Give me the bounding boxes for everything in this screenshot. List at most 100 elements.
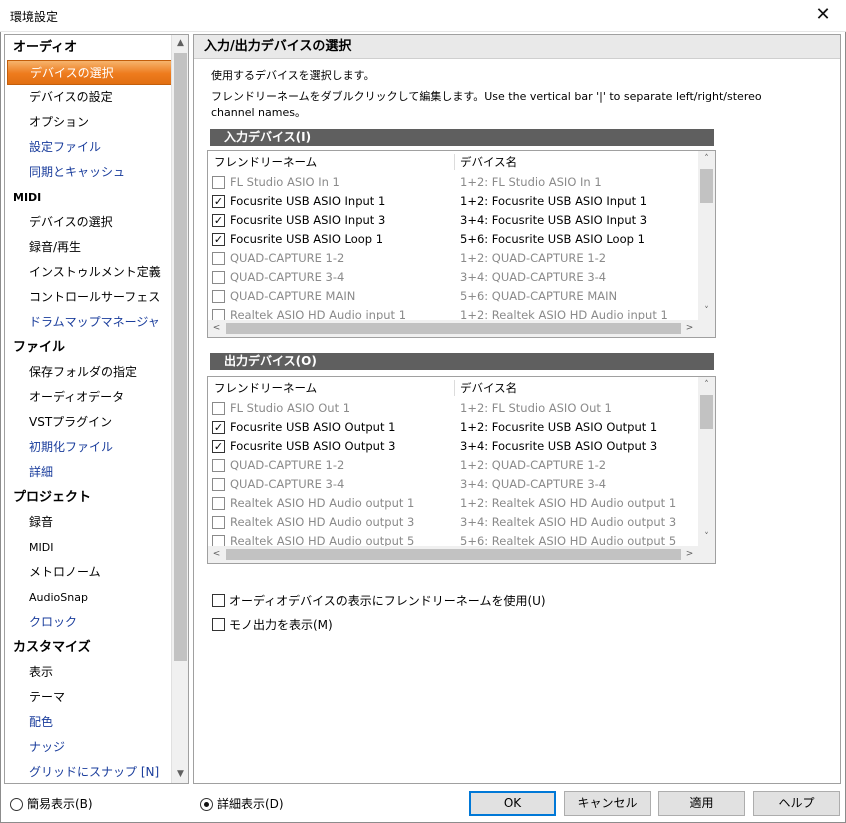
- friendly-name-cell[interactable]: Focusrite USB ASIO Input 3: [230, 211, 385, 230]
- friendly-name-cell[interactable]: FL Studio ASIO Out 1: [230, 399, 350, 418]
- col-device-name[interactable]: デバイス名: [460, 151, 517, 173]
- input-list-hscroll[interactable]: < >: [208, 320, 715, 337]
- sidebar-item[interactable]: コントロールサーフェス: [5, 285, 172, 310]
- sidebar-item[interactable]: 録音/再生: [5, 235, 172, 260]
- checked-checkbox[interactable]: ✓: [212, 195, 225, 208]
- output-device-list[interactable]: フレンドリーネーム デバイス名 FL Studio ASIO Out 1 1+2:…: [207, 376, 716, 564]
- sidebar-scrollbar[interactable]: ▲ ▼: [171, 35, 188, 783]
- device-checkbox[interactable]: [212, 497, 225, 510]
- output-list-hscroll[interactable]: < >: [208, 546, 715, 563]
- radio-dot-selected[interactable]: [200, 798, 213, 811]
- input-vscroll-thumb[interactable]: [700, 169, 713, 203]
- column-divider[interactable]: [454, 380, 455, 396]
- output-vscroll-track[interactable]: ˄ ˅: [698, 377, 715, 546]
- col-friendly-name[interactable]: フレンドリーネーム: [214, 151, 317, 173]
- friendly-name-cell[interactable]: Focusrite USB ASIO Loop 1: [230, 230, 383, 249]
- checked-checkbox[interactable]: ✓: [212, 233, 225, 246]
- device-row[interactable]: Realtek ASIO HD Audio output 1 1+2: Realt…: [208, 494, 698, 513]
- friendly-name-cell[interactable]: Realtek ASIO HD Audio output 1: [230, 494, 414, 513]
- sidebar-item[interactable]: デバイスの設定: [5, 85, 172, 110]
- sidebar-item[interactable]: 保存フォルダの指定: [5, 360, 172, 385]
- checked-checkbox[interactable]: ✓: [212, 421, 225, 434]
- sidebar-category[interactable]: プロジェクト: [5, 485, 172, 510]
- input-vscroll-track[interactable]: ˄ ˅: [698, 151, 715, 320]
- sidebar-item[interactable]: デバイスの選択: [7, 60, 172, 85]
- device-row[interactable]: FL Studio ASIO Out 1 1+2: FL Studio ASIO …: [208, 399, 698, 418]
- device-checkbox[interactable]: [212, 290, 225, 303]
- device-row[interactable]: QUAD-CAPTURE 3-4 3+4: QUAD-CAPTURE 3-4: [208, 475, 698, 494]
- detail-view-label[interactable]: 詳細表示(D): [217, 796, 284, 812]
- friendly-name-cell[interactable]: QUAD-CAPTURE 3-4: [230, 268, 344, 287]
- output-scroll-down-arrow-icon[interactable]: ˅: [698, 529, 715, 546]
- sidebar-item[interactable]: MIDI: [5, 535, 172, 560]
- simple-view-label[interactable]: 簡易表示(B): [27, 796, 93, 812]
- device-checkbox[interactable]: [212, 459, 225, 472]
- sidebar-item[interactable]: VSTプラグイン: [5, 410, 172, 435]
- sidebar-item[interactable]: 表示: [5, 660, 172, 685]
- friendly-name-cell[interactable]: QUAD-CAPTURE 1-2: [230, 456, 344, 475]
- device-row[interactable]: QUAD-CAPTURE MAIN 5+6: QUAD-CAPTURE MAIN: [208, 287, 698, 306]
- sidebar-item[interactable]: オーディオデータ: [5, 385, 172, 410]
- mono-output-option-label[interactable]: モノ出力を表示(M): [229, 617, 333, 633]
- input-device-list[interactable]: フレンドリーネーム デバイス名 FL Studio ASIO In 1 1+2: …: [207, 150, 716, 338]
- input-scroll-right-arrow-icon[interactable]: >: [681, 320, 698, 337]
- device-checkbox[interactable]: [212, 252, 225, 265]
- scroll-up-arrow-icon[interactable]: ▲: [172, 35, 188, 52]
- device-row[interactable]: ✓ Focusrite USB ASIO Input 1 1+2: Focusrit…: [208, 192, 698, 211]
- sidebar-item[interactable]: オプション: [5, 110, 172, 135]
- sidebar-category[interactable]: カスタマイズ: [5, 635, 172, 660]
- col-friendly-name[interactable]: フレンドリーネーム: [214, 377, 317, 399]
- scroll-down-arrow-icon[interactable]: ▼: [172, 766, 188, 783]
- output-vscroll-thumb[interactable]: [700, 395, 713, 429]
- device-checkbox[interactable]: [212, 402, 225, 415]
- output-list-vscroll[interactable]: ˄ ˅: [698, 377, 715, 546]
- output-hscroll-thumb[interactable]: [226, 549, 681, 560]
- sidebar-item[interactable]: テーマ: [5, 685, 172, 710]
- cancel-button[interactable]: キャンセル: [564, 791, 651, 816]
- input-list-vscroll[interactable]: ˄ ˅: [698, 151, 715, 320]
- sidebar-item[interactable]: クロック: [5, 610, 172, 635]
- mono-output-checkbox[interactable]: [212, 618, 225, 631]
- sidebar-item[interactable]: AudioSnap: [5, 585, 172, 610]
- device-checkbox[interactable]: [212, 176, 225, 189]
- friendly-name-checkbox[interactable]: [212, 594, 225, 607]
- help-button[interactable]: ヘルプ: [753, 791, 840, 816]
- category-tree[interactable]: オーディオ デバイスの選択 デバイスの設定 オプション 設定ファイル 同期とキャッシュ MI…: [4, 34, 189, 784]
- device-row[interactable]: Realtek ASIO HD Audio output 3 3+4: Realt…: [208, 513, 698, 532]
- device-row[interactable]: QUAD-CAPTURE 1-2 1+2: QUAD-CAPTURE 1-2: [208, 249, 698, 268]
- sidebar-item[interactable]: デバイスの選択: [5, 210, 172, 235]
- sidebar-item[interactable]: ドラムマップマネージャ: [5, 310, 172, 335]
- sidebar-item[interactable]: 詳細: [5, 460, 172, 485]
- device-checkbox[interactable]: [212, 271, 225, 284]
- scroll-thumb[interactable]: [174, 53, 187, 661]
- checked-checkbox[interactable]: ✓: [212, 214, 225, 227]
- device-row[interactable]: ✓ Focusrite USB ASIO Output 3 3+4: Focusri…: [208, 437, 698, 456]
- sidebar-category[interactable]: MIDI: [5, 185, 172, 210]
- device-row[interactable]: ✓ Focusrite USB ASIO Input 3 3+4: Focusrit…: [208, 211, 698, 230]
- friendly-name-cell[interactable]: FL Studio ASIO In 1: [230, 173, 340, 192]
- friendly-name-cell[interactable]: Focusrite USB ASIO Output 1: [230, 418, 395, 437]
- sidebar-item[interactable]: 設定ファイル: [5, 135, 172, 160]
- close-icon[interactable]: ✕: [800, 0, 846, 32]
- sidebar-item[interactable]: ナッジ: [5, 735, 172, 760]
- column-divider[interactable]: [454, 154, 455, 170]
- device-row[interactable]: QUAD-CAPTURE 1-2 1+2: QUAD-CAPTURE 1-2: [208, 456, 698, 475]
- device-checkbox[interactable]: [212, 516, 225, 529]
- friendly-name-cell[interactable]: QUAD-CAPTURE 1-2: [230, 249, 344, 268]
- output-scroll-right-arrow-icon[interactable]: >: [681, 546, 698, 563]
- output-scroll-up-arrow-icon[interactable]: ˄: [698, 377, 715, 394]
- sidebar-item[interactable]: インストゥルメント定義: [5, 260, 172, 285]
- friendly-name-cell[interactable]: QUAD-CAPTURE 3-4: [230, 475, 344, 494]
- radio-dot[interactable]: [10, 798, 23, 811]
- ok-button[interactable]: OK: [469, 791, 556, 816]
- device-row[interactable]: ✓ Focusrite USB ASIO Loop 1 5+6: Focusrite…: [208, 230, 698, 249]
- sidebar-item[interactable]: グリッドにスナップ [N]: [5, 760, 172, 783]
- sidebar-item[interactable]: 録音: [5, 510, 172, 535]
- device-row[interactable]: ✓ Focusrite USB ASIO Output 1 1+2: Focusri…: [208, 418, 698, 437]
- friendly-name-cell[interactable]: QUAD-CAPTURE MAIN: [230, 287, 355, 306]
- sidebar-category[interactable]: ファイル: [5, 335, 172, 360]
- input-scroll-down-arrow-icon[interactable]: ˅: [698, 303, 715, 320]
- checked-checkbox[interactable]: ✓: [212, 440, 225, 453]
- sidebar-item[interactable]: 同期とキャッシュ: [5, 160, 172, 185]
- input-scroll-up-arrow-icon[interactable]: ˄: [698, 151, 715, 168]
